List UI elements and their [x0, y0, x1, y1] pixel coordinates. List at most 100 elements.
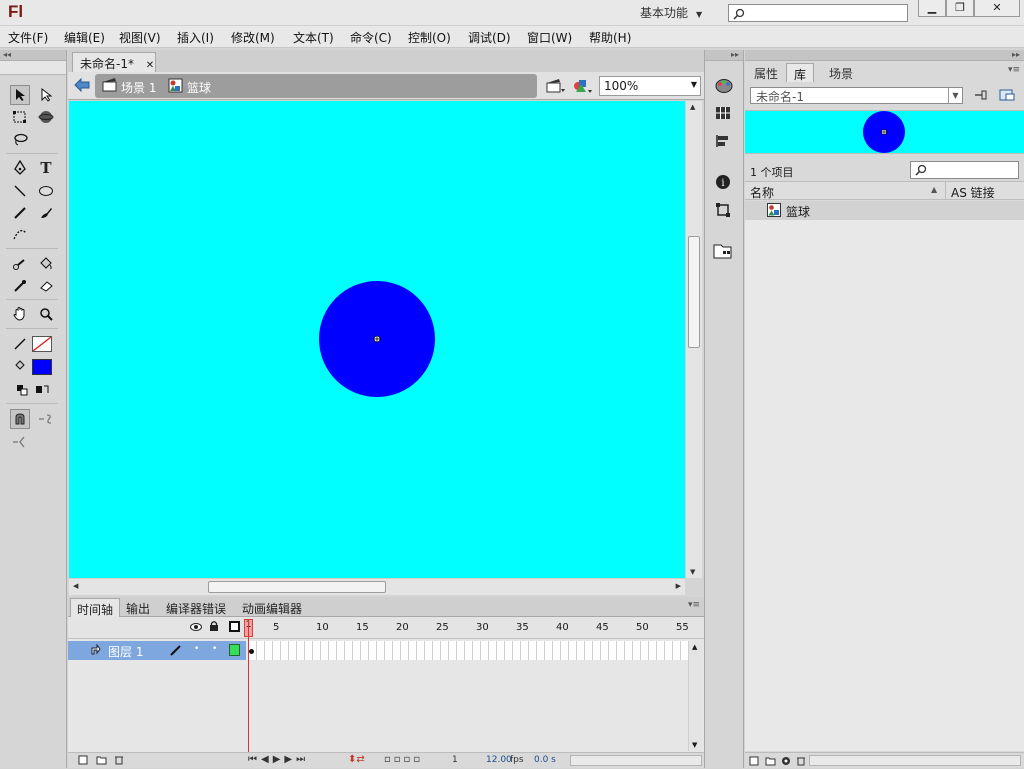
smooth-icon[interactable]: [36, 409, 56, 429]
timeline-vscroll[interactable]: ▲ ▼: [688, 641, 702, 751]
back-arrow-icon[interactable]: [74, 77, 90, 95]
panel-menu-icon[interactable]: ▾≡: [688, 600, 700, 610]
eraser-tool-icon[interactable]: [36, 276, 56, 296]
close-tab-icon[interactable]: ✕: [146, 60, 154, 71]
scroll-up-icon[interactable]: ▲: [690, 103, 695, 111]
workspace-switcher[interactable]: 基本功能 ▼: [640, 4, 702, 21]
info-panel-icon[interactable]: i: [715, 174, 731, 193]
frame-grid[interactable]: [248, 641, 688, 660]
horizontal-scroll-thumb[interactable]: [208, 581, 386, 593]
library-item-row[interactable]: 篮球: [745, 201, 1024, 220]
edit-symbols-icon[interactable]: [572, 77, 594, 98]
menu-commands[interactable]: 命令(C): [350, 29, 392, 46]
breadcrumb-scene[interactable]: 场景 1: [121, 79, 156, 96]
zoom-select[interactable]: 100% ▼: [599, 76, 701, 96]
collapse-panel-icon[interactable]: ◂◂: [0, 50, 66, 61]
menu-insert[interactable]: 插入(I): [177, 29, 214, 46]
scroll-right-icon[interactable]: ▶: [676, 582, 681, 590]
zoom-tool-icon[interactable]: [36, 304, 56, 324]
stroke-color-swatch[interactable]: [32, 336, 52, 352]
menu-window[interactable]: 窗口(W): [527, 29, 572, 46]
color-panel-icon[interactable]: [715, 78, 733, 97]
tab-properties[interactable]: 属性: [747, 63, 785, 82]
keyframe-dot[interactable]: [249, 649, 254, 654]
vertical-scroll-thumb[interactable]: [688, 236, 700, 348]
pen-tool-icon[interactable]: [10, 158, 30, 178]
playhead[interactable]: [248, 619, 249, 752]
breadcrumb-symbol[interactable]: 篮球: [187, 79, 211, 96]
current-frame-readout[interactable]: 1: [452, 755, 458, 765]
align-panel-icon[interactable]: [715, 134, 731, 151]
layer-lock-dot[interactable]: •: [212, 644, 217, 654]
tab-output[interactable]: 输出: [120, 598, 156, 617]
tab-timeline[interactable]: 时间轴: [70, 598, 121, 617]
horizontal-scrollbar[interactable]: ◀ ▶: [69, 578, 685, 595]
selection-tool-icon[interactable]: [10, 85, 30, 105]
fill-color-swatch[interactable]: [32, 359, 52, 375]
free-transform-tool-icon[interactable]: [10, 107, 30, 127]
edit-scene-icon[interactable]: [546, 78, 566, 97]
column-linkage[interactable]: AS 链接: [951, 184, 995, 201]
oval-tool-icon[interactable]: [36, 181, 56, 201]
fps-value[interactable]: 12.00: [486, 755, 512, 765]
text-tool-icon[interactable]: T: [36, 158, 56, 178]
new-folder-icon[interactable]: [765, 755, 776, 769]
properties-icon[interactable]: [781, 755, 791, 769]
menu-debug[interactable]: 调试(D): [468, 29, 511, 46]
column-name[interactable]: 名称: [750, 184, 774, 201]
eye-icon[interactable]: [190, 621, 202, 635]
menu-view[interactable]: 视图(V): [119, 29, 161, 46]
sort-ascending-icon[interactable]: ▲: [931, 185, 937, 194]
swatches-panel-icon[interactable]: [715, 106, 731, 123]
expand-panel-icon[interactable]: ▸▸: [745, 50, 1024, 61]
transform-panel-icon[interactable]: [715, 202, 731, 221]
outline-icon[interactable]: [229, 621, 240, 632]
layer-outline-color[interactable]: [229, 644, 240, 656]
paint-bucket-tool-icon[interactable]: [36, 254, 56, 274]
menu-help[interactable]: 帮助(H): [589, 29, 631, 46]
default-colors-icon[interactable]: [12, 380, 32, 400]
scroll-down-icon[interactable]: ▼: [692, 741, 697, 749]
library-search-input[interactable]: [910, 161, 1019, 179]
tab-compiler-errors[interactable]: 编译器错误: [160, 598, 232, 617]
document-tab[interactable]: 未命名-1* ✕: [72, 52, 156, 72]
snap-to-objects-icon[interactable]: [10, 409, 30, 429]
new-library-panel-icon[interactable]: [999, 89, 1015, 104]
brush-tool-icon[interactable]: [36, 203, 56, 223]
tab-motion-editor[interactable]: 动画编辑器: [236, 598, 308, 617]
playback-controls[interactable]: ⏮◀▶▶⏭: [248, 754, 309, 765]
library-hscroll[interactable]: [809, 755, 1021, 766]
layer-name[interactable]: 图层 1: [108, 643, 143, 660]
collapse-panel-icon[interactable]: ▸▸: [705, 50, 743, 61]
fill-color-icon[interactable]: [10, 356, 30, 376]
stage[interactable]: [69, 101, 685, 578]
menu-edit[interactable]: 编辑(E): [64, 29, 105, 46]
swap-colors-icon[interactable]: [32, 380, 52, 400]
onion-skin-options-icon[interactable]: ▫▫▫▫: [384, 754, 423, 765]
bone-tool-icon[interactable]: [10, 254, 30, 274]
onion-skin-icon[interactable]: ⬍⇄: [348, 754, 365, 765]
restore-button[interactable]: ❐: [946, 0, 974, 17]
layer-row[interactable]: 图层 1 • •: [68, 641, 246, 660]
help-search-input[interactable]: [728, 4, 908, 22]
vertical-scrollbar[interactable]: ▲ ▼: [685, 101, 702, 578]
components-panel-icon[interactable]: [713, 242, 733, 263]
straighten-icon[interactable]: [10, 432, 30, 452]
panel-menu-icon[interactable]: ▾≡: [1008, 65, 1020, 75]
tab-library[interactable]: 库: [786, 63, 815, 82]
lock-icon[interactable]: [209, 620, 219, 635]
menu-text[interactable]: 文本(T): [293, 29, 334, 46]
stroke-color-icon[interactable]: [10, 334, 30, 354]
lasso-tool-icon[interactable]: [10, 130, 30, 150]
minimize-button[interactable]: ▁: [918, 0, 946, 17]
library-item-name[interactable]: 篮球: [786, 203, 810, 220]
scroll-down-icon[interactable]: ▼: [690, 568, 695, 576]
eyedropper-tool-icon[interactable]: [10, 276, 30, 296]
new-folder-icon[interactable]: [96, 755, 107, 768]
new-symbol-icon[interactable]: [749, 755, 759, 769]
subselection-tool-icon[interactable]: [36, 85, 56, 105]
3d-rotation-tool-icon[interactable]: [36, 107, 56, 127]
scroll-up-icon[interactable]: ▲: [692, 643, 697, 651]
line-tool-icon[interactable]: [10, 181, 30, 201]
menu-control[interactable]: 控制(O): [408, 29, 451, 46]
